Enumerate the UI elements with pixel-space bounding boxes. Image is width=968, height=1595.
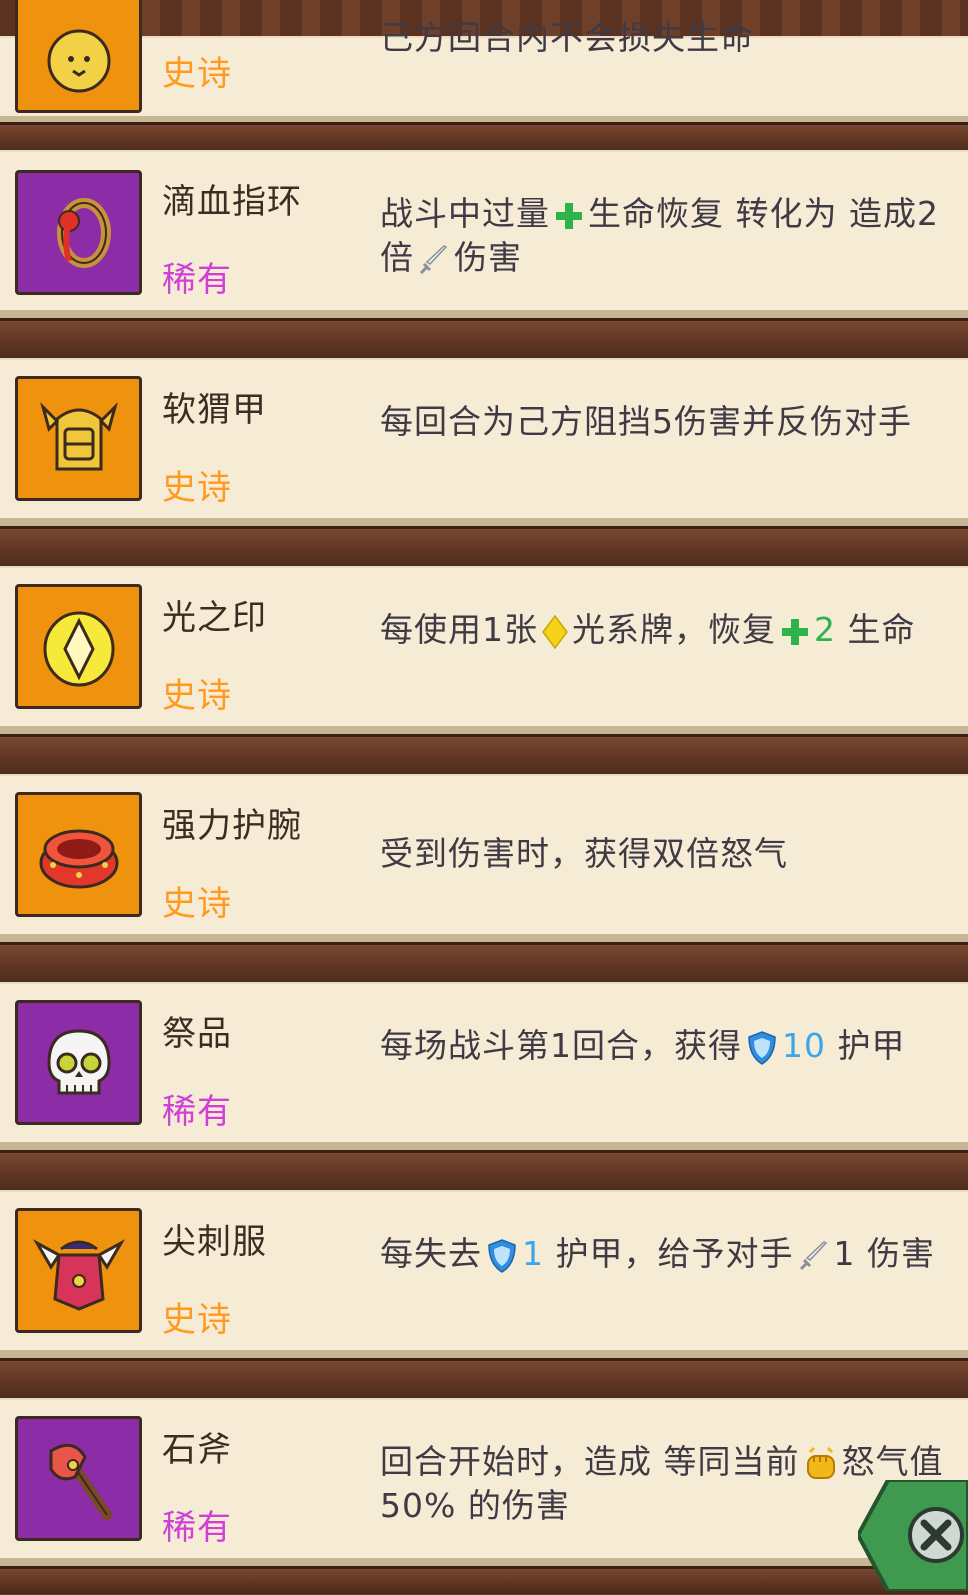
relic-rarity: 史诗 [162,468,232,508]
relic-description: 每场战斗第1回合，获得 10 护甲 [380,1026,906,1065]
relic-name: 强力护腕 [162,806,302,846]
wood-separator [0,1566,968,1594]
relic-row[interactable]: 强力护腕 史诗 受到伤害时，获得双倍怒气 [0,774,968,942]
relic-name: 光之印 [162,598,267,638]
relic-rarity: 史诗 [162,884,232,924]
relic-description: 每使用1张 光系牌，恢复 2 生命 [380,610,916,649]
close-button[interactable] [855,1478,968,1593]
green-plus-icon [556,202,582,229]
stone-axe-icon [15,1416,142,1541]
blue-shield-icon [488,1238,516,1273]
relic-rarity: 史诗 [162,676,232,716]
skull-icon [15,1000,142,1125]
wood-separator [0,122,968,153]
relic-row[interactable]: 光之印 史诗 每使用1张 光系牌，恢复 2 生命 [0,566,968,734]
spiked-armor-icon [15,1208,142,1333]
fist-icon [806,1446,835,1479]
wood-separator [0,1150,968,1193]
sword-icon [419,244,448,274]
lion-icon [15,0,142,113]
relic-name: 祭品 [162,1014,232,1054]
wood-separator [0,526,968,569]
relic-row[interactable]: 滴血指环 稀有 战斗中过量 生命恢复 转化为 造成2倍 伤害 [0,150,968,318]
relic-name: 滴血指环 [162,182,302,222]
wood-separator [0,1358,968,1401]
blood-ring-icon [15,170,142,295]
relic-name: 尖刺服 [162,1222,267,1262]
relic-row[interactable]: 尖刺服 史诗 每失去 1 护甲，给予对手 1 伤害 [0,1190,968,1358]
relic-description: 每失去 1 护甲，给予对手 1 伤害 [380,1234,935,1273]
relic-row[interactable]: 祭品 稀有 每场战斗第1回合，获得 10 护甲 [0,982,968,1150]
relic-description: 战斗中过量 生命恢复 转化为 造成2倍 伤害 [380,194,939,277]
bracer-icon [15,792,142,917]
relic-name: 石斧 [162,1430,232,1470]
relic-rarity: 史诗 [162,54,232,94]
wood-separator [0,734,968,777]
relic-rarity: 稀有 [162,260,232,300]
blue-shield-icon [748,1030,776,1065]
relic-name: 软猬甲 [162,390,267,430]
yellow-diamond-icon [542,614,568,649]
wood-separator [0,942,968,985]
helmet-icon [15,376,142,501]
relic-description: 受到伤害时，获得双倍怒气 [380,834,788,873]
relic-description: 每回合为己方阻挡5伤害并反伤对手 [380,402,912,441]
relic-row[interactable]: 石斧 稀有 回合开始时，造成 等同当前 怒气值50% 的伤害 [0,1398,968,1566]
relic-rarity: 稀有 [162,1092,232,1132]
sword-icon [799,1240,827,1270]
wood-separator [0,318,968,361]
relic-row[interactable]: 软猬甲 史诗 每回合为己方阻挡5伤害并反伤对手 [0,358,968,526]
relic-rarity: 史诗 [162,1300,232,1340]
relic-row[interactable]: 史诗 己方回合内不会损失生命 [0,0,968,124]
relic-description: 己方回合内不会损失生命 [380,18,754,52]
green-plus-icon [782,618,808,645]
light-seal-icon [15,584,142,709]
relic-rarity: 稀有 [162,1508,232,1548]
